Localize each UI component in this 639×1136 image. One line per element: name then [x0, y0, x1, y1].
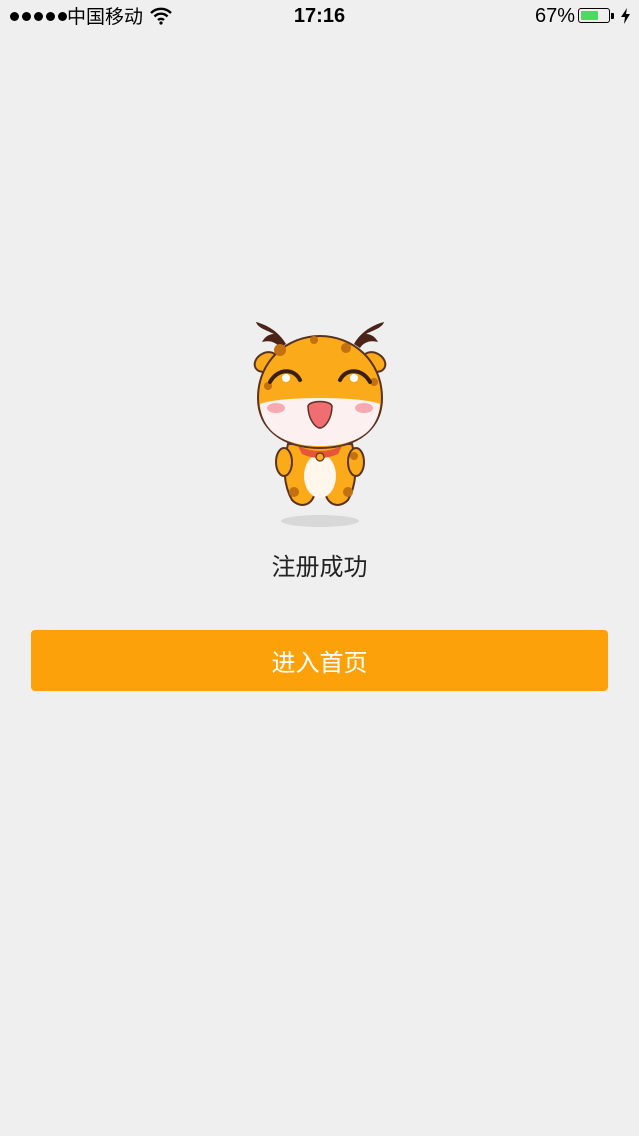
charging-icon [621, 8, 630, 24]
enter-homepage-button[interactable]: 进入首页 [31, 630, 608, 691]
status-bar: 中国移动 17:16 67% [0, 0, 639, 40]
giraffe-mascot-icon [253, 322, 387, 527]
success-message: 注册成功 [271, 553, 368, 581]
battery-cap [611, 13, 614, 19]
battery-icon [578, 8, 610, 23]
battery-percentage: 67% [534, 5, 575, 27]
